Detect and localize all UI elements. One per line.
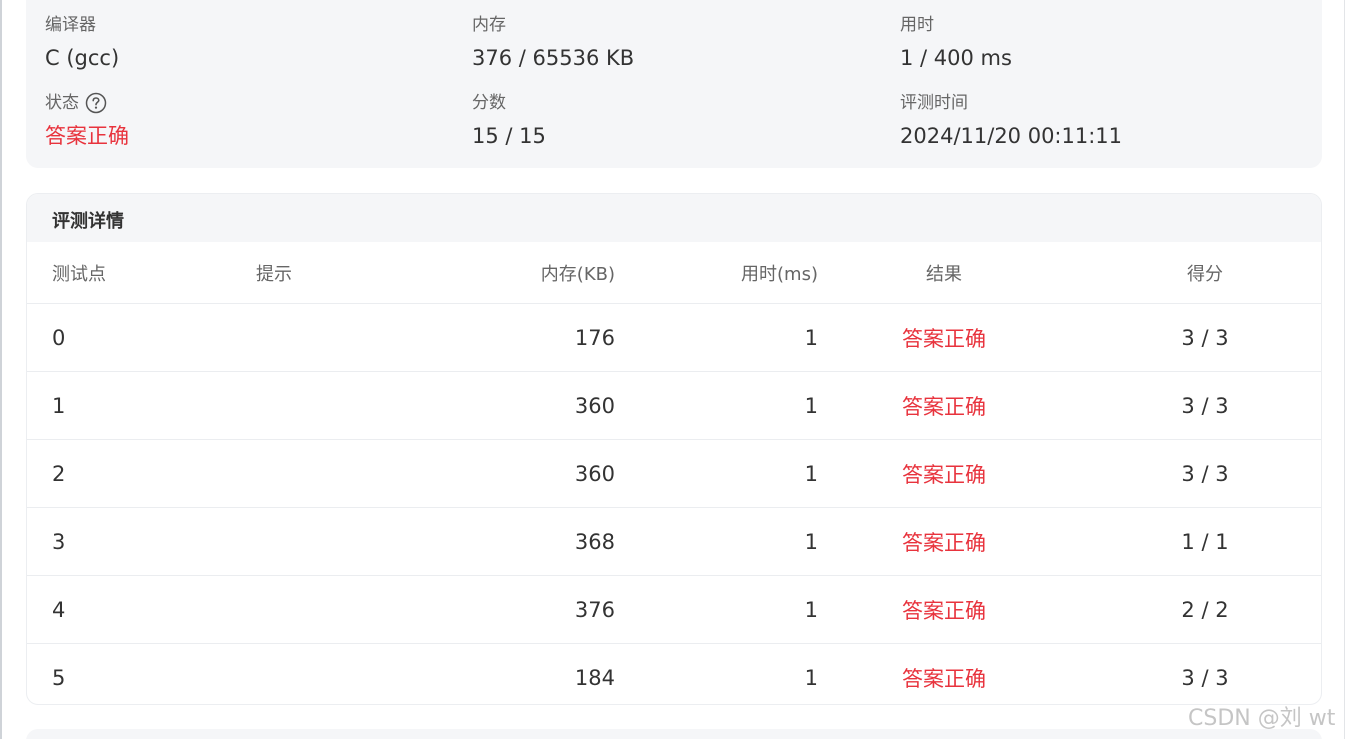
testcase-result: 答案正确	[902, 666, 986, 691]
testcase-result: 答案正确	[902, 326, 986, 351]
testcase-result: 答案正确	[902, 462, 986, 487]
col-hint: 提示	[256, 263, 292, 285]
table-row: 5 184 1 答案正确 3 / 3	[27, 644, 1321, 704]
testcase-memory: 360	[574, 393, 615, 418]
testcase-time: 1	[804, 597, 818, 622]
testcase-time: 1	[804, 461, 818, 486]
testcase-id: 0	[52, 325, 66, 350]
table-row: 4 376 1 答案正确 2 / 2	[27, 576, 1321, 644]
testcase-memory: 176	[574, 325, 615, 350]
details-header: 评测详情	[27, 194, 1321, 242]
details-title: 评测详情	[52, 211, 124, 232]
testcase-time: 1	[804, 665, 818, 690]
table-row: 1 360 1 答案正确 3 / 3	[27, 372, 1321, 440]
testcase-memory: 360	[574, 461, 615, 486]
col-memory: 内存(KB)	[540, 263, 615, 285]
status-label-row: 状态	[45, 92, 129, 114]
col-result: 结果	[926, 263, 962, 285]
testcase-memory: 376	[574, 597, 615, 622]
time-label: 用时	[900, 15, 934, 35]
col-testcase: 测试点	[52, 263, 106, 285]
testcase-time: 1	[804, 325, 818, 350]
score-item: 分数 15 / 15	[472, 92, 546, 150]
table-row: 2 360 1 答案正确 3 / 3	[27, 440, 1321, 508]
submission-summary-card: 编译器 C (gcc) 内存 376 / 65536 KB 用时 1 / 400…	[26, 0, 1322, 168]
memory-label: 内存	[472, 15, 506, 35]
left-edge-divider	[0, 0, 2, 739]
judge-time-value: 2024/11/20 00:11:11	[900, 124, 1123, 148]
right-side-panel-edge	[1344, 0, 1354, 739]
testcase-score: 2 / 2	[1181, 597, 1229, 622]
testcase-score: 3 / 3	[1181, 461, 1229, 486]
testcase-result: 答案正确	[902, 530, 986, 555]
score-label: 分数	[472, 93, 506, 113]
compiler-label: 编译器	[45, 15, 96, 35]
testcase-score: 1 / 1	[1181, 529, 1229, 554]
status-item: 状态 答案正确	[45, 92, 129, 150]
compiler-value: C (gcc)	[45, 46, 120, 70]
testcase-memory: 184	[574, 665, 615, 690]
table-row: 3 368 1 答案正确 1 / 1	[27, 508, 1321, 576]
status-value: 答案正确	[45, 124, 129, 148]
table-header: 测试点 提示 内存(KB) 用时(ms) 结果 得分	[27, 242, 1321, 304]
testcase-result: 答案正确	[902, 598, 986, 623]
judge-time-label: 评测时间	[900, 93, 968, 113]
page: 编译器 C (gcc) 内存 376 / 65536 KB 用时 1 / 400…	[0, 0, 1354, 739]
col-time: 用时(ms)	[741, 263, 818, 285]
compiler-item: 编译器 C (gcc)	[45, 14, 119, 72]
judge-time-item: 评测时间 2024/11/20 00:11:11	[900, 92, 1122, 150]
testcase-id: 3	[52, 529, 66, 554]
testcase-score: 3 / 3	[1181, 393, 1229, 418]
testcase-result: 答案正确	[902, 394, 986, 419]
testcase-id: 5	[52, 665, 66, 690]
testcase-id: 4	[52, 597, 66, 622]
time-item: 用时 1 / 400 ms	[900, 14, 1012, 72]
memory-value: 376 / 65536 KB	[472, 46, 635, 70]
memory-item: 内存 376 / 65536 KB	[472, 14, 634, 72]
testcase-score: 3 / 3	[1181, 665, 1229, 690]
help-icon[interactable]	[85, 92, 107, 114]
next-card-partial	[26, 729, 1322, 739]
time-value: 1 / 400 ms	[900, 46, 1012, 70]
testcase-score: 3 / 3	[1181, 325, 1229, 350]
watermark: CSDN @刘 wt	[1188, 706, 1336, 731]
score-value: 15 / 15	[472, 124, 546, 148]
testcase-id: 2	[52, 461, 66, 486]
judge-details-card: 评测详情 测试点 提示 内存(KB) 用时(ms) 结果 得分 0 176 1 …	[26, 193, 1322, 705]
testcase-time: 1	[804, 393, 818, 418]
testcase-memory: 368	[574, 529, 615, 554]
col-score: 得分	[1187, 263, 1223, 285]
testcase-id: 1	[52, 393, 66, 418]
testcase-time: 1	[804, 529, 818, 554]
status-label: 状态	[45, 93, 79, 113]
table-row: 0 176 1 答案正确 3 / 3	[27, 304, 1321, 372]
